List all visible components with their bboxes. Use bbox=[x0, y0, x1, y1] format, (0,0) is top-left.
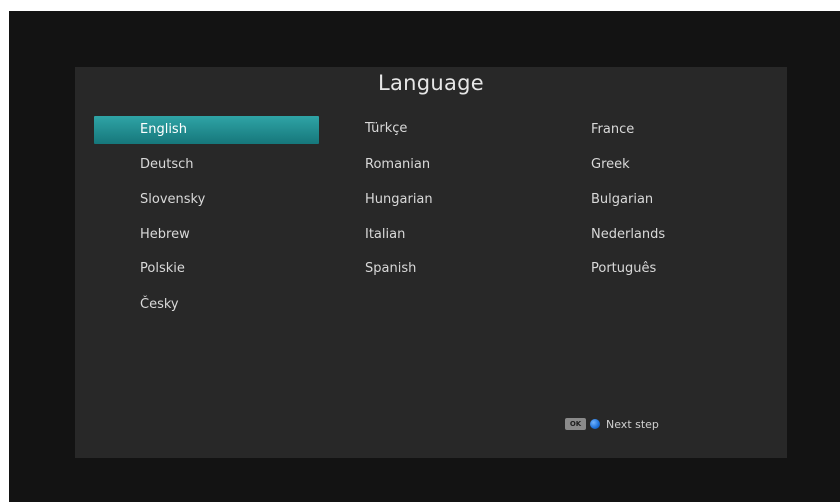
next-step-hint: OK Next step bbox=[565, 416, 659, 432]
next-step-label: Next step bbox=[606, 417, 659, 431]
language-option-deutsch[interactable]: Deutsch bbox=[140, 151, 194, 179]
ok-key-icon: OK bbox=[565, 418, 586, 430]
language-option-bulgarian[interactable]: Bulgarian bbox=[591, 186, 653, 214]
language-option-hungarian[interactable]: Hungarian bbox=[365, 186, 433, 214]
blue-circle-icon bbox=[590, 419, 600, 429]
language-option-cesky[interactable]: Česky bbox=[140, 291, 179, 319]
language-panel: Language English Deutsch Slovensky Hebre… bbox=[75, 67, 787, 458]
language-option-romanian[interactable]: Romanian bbox=[365, 151, 430, 179]
language-option-slovensky[interactable]: Slovensky bbox=[140, 186, 205, 214]
language-option-english[interactable]: English bbox=[94, 116, 319, 144]
tv-screen: Language English Deutsch Slovensky Hebre… bbox=[9, 11, 840, 502]
language-option-greek[interactable]: Greek bbox=[591, 151, 630, 179]
language-option-spanish[interactable]: Spanish bbox=[365, 255, 416, 283]
language-option-italian[interactable]: Italian bbox=[365, 221, 405, 249]
language-option-nederlands[interactable]: Nederlands bbox=[591, 221, 665, 249]
language-option-polskie[interactable]: Polskie bbox=[140, 255, 185, 283]
language-option-portugues[interactable]: Português bbox=[591, 255, 656, 283]
language-option-turkce[interactable]: Türkçe bbox=[365, 115, 407, 143]
page-title: Language bbox=[377, 71, 485, 95]
language-option-hebrew[interactable]: Hebrew bbox=[140, 221, 190, 249]
language-option-france[interactable]: France bbox=[591, 116, 634, 144]
